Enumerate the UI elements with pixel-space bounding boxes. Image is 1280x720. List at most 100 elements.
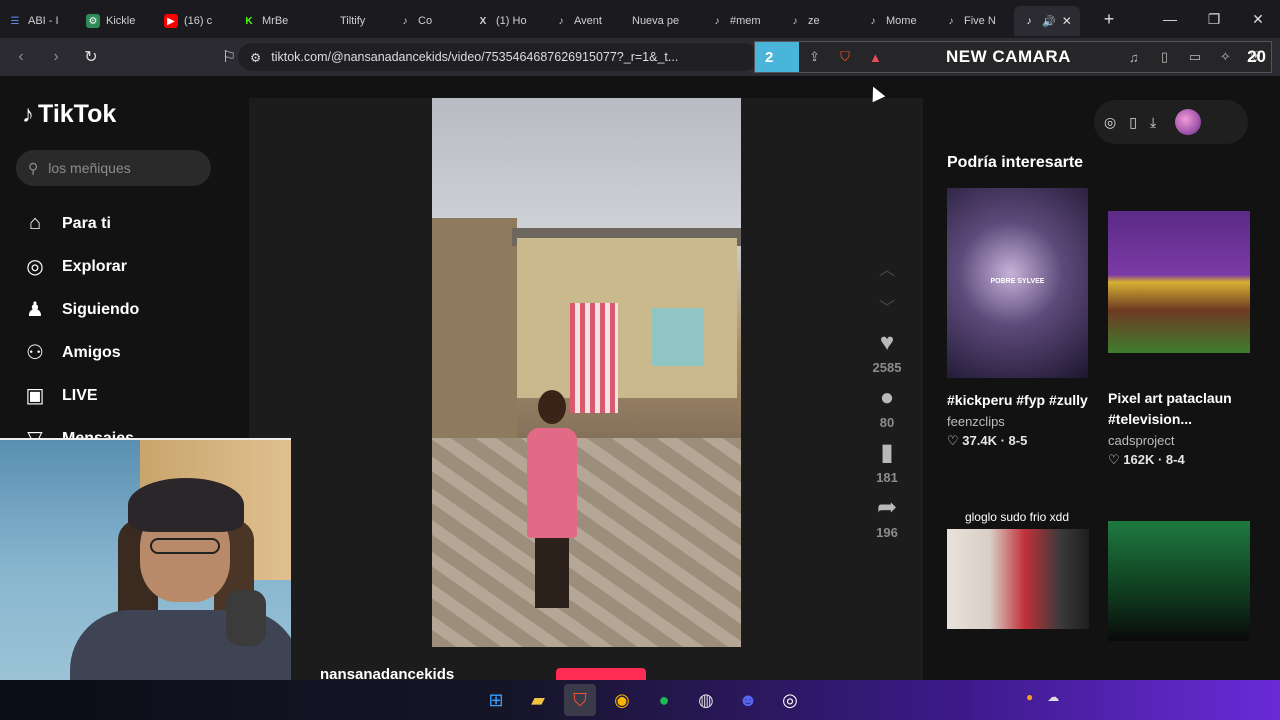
card-user: feenzclips — [947, 414, 1005, 429]
recommendations-title: Podría interesarte — [947, 154, 1084, 171]
card-title: Pixel art pataclaun #television... — [1108, 390, 1232, 427]
site-info-icon[interactable]: ⚙ — [250, 50, 261, 65]
tab-co[interactable]: ♪ Co — [390, 6, 468, 36]
comment-icon: ● — [879, 384, 895, 411]
video-scene-window — [652, 308, 704, 366]
close-window-icon[interactable]: ✕ — [1236, 0, 1280, 38]
sidebar-icon[interactable]: ▯ — [1149, 49, 1179, 65]
video-scene-wall — [432, 218, 517, 438]
new-tab-button[interactable]: + — [1094, 9, 1124, 30]
recommendation-card[interactable] — [1108, 521, 1250, 641]
tray-dot-icon[interactable]: ● — [1026, 690, 1033, 704]
like-count: 2585 — [872, 360, 902, 375]
close-icon[interactable]: ✕ — [1062, 14, 1072, 28]
tiktok-note-icon: ♪ — [22, 100, 34, 128]
comment-button[interactable]: ● 80 — [862, 383, 912, 430]
chevron-down-icon[interactable]: ﹀ — [862, 290, 912, 328]
wallet-icon[interactable]: ▭ — [1180, 49, 1210, 65]
webcam-overlay — [0, 438, 291, 680]
chrome-icon[interactable]: ◉ — [606, 684, 638, 716]
discord-icon[interactable]: ☻ — [732, 684, 764, 716]
tab-avent[interactable]: ♪ Avent — [546, 6, 624, 36]
search-input[interactable]: ⚲ los meñiques — [16, 150, 211, 186]
search-icon: ⚲ — [28, 159, 39, 176]
music-icon[interactable]: ♫ — [1119, 50, 1149, 65]
overlay-number: 20 — [1247, 47, 1266, 66]
sidebar-item-amigos[interactable]: ⚇ Amigos — [22, 331, 139, 374]
address-bar[interactable]: ⚙ tiktok.com/@nansanadancekids/video/753… — [238, 43, 758, 71]
video-player[interactable] — [432, 98, 741, 647]
cloud-icon[interactable]: ☁ — [1047, 690, 1059, 704]
screen: ☰ ABI - I ⚙ Kickle ▶ (16) c K MrBe Tiltify ♪… — [0, 0, 1280, 720]
back-icon[interactable]: ‹ — [7, 43, 35, 71]
share-count: 196 — [876, 525, 898, 540]
tab-kickle[interactable]: ⚙ Kickle — [78, 6, 156, 36]
tiktok-icon: ♪ — [558, 15, 564, 27]
window-controls: — ❐ ✕ — [1148, 0, 1280, 38]
phone-icon[interactable]: ▯ — [1129, 114, 1137, 131]
obs-icon[interactable]: ◎ — [774, 684, 806, 716]
sidebar-item-para-ti[interactable]: ⌂ Para ti — [22, 202, 139, 245]
file-explorer-icon[interactable]: ▰ — [522, 684, 554, 716]
tab-tiltify[interactable]: Tiltify — [312, 6, 390, 36]
tiktok-icon: ♪ — [948, 15, 954, 27]
video-scene-door — [570, 303, 618, 413]
tab-mome[interactable]: ♪ Mome — [858, 6, 936, 36]
tab-kick[interactable]: K MrBe — [234, 6, 312, 36]
share-icon[interactable]: ⇪ — [799, 49, 829, 65]
tab-ze[interactable]: ♪ ze — [780, 6, 858, 36]
tiltify-icon — [320, 14, 334, 28]
tab-five[interactable]: ♪ Five N — [936, 6, 1014, 36]
spotify-icon[interactable]: ● — [648, 684, 680, 716]
compass-icon: ◎ — [26, 256, 44, 278]
save-button[interactable]: ▮ 181 — [862, 438, 912, 485]
minimize-icon[interactable]: — — [1148, 0, 1192, 38]
brave-rewards-icon[interactable]: ▲ — [860, 50, 890, 65]
tab-x[interactable]: X (1) Ho — [468, 6, 546, 36]
like-button[interactable]: ♥ 2585 — [862, 328, 912, 375]
card-stats: ♡ 37.4K · 8-5 — [947, 433, 1028, 448]
tiktok-icon: ♪ — [1026, 15, 1032, 27]
maximize-icon[interactable]: ❐ — [1192, 0, 1236, 38]
recommendation-card[interactable] — [947, 529, 1089, 629]
tab-abi[interactable]: ☰ ABI - I — [0, 6, 78, 36]
recommendation-card[interactable]: POBRE SYLVEE #kickperu #fyp #zully feenz… — [947, 188, 1089, 449]
reload-icon[interactable]: ↻ — [77, 43, 105, 71]
tab-active-tiktok[interactable]: ♪ 🔊 ✕ — [1014, 6, 1080, 36]
taskbar: ⊞ ▰ ⛉ ◉ ● ◍ ☻ ◎ ● ☁ — [0, 680, 1280, 720]
webcam-microphone — [226, 590, 266, 646]
thumbnail — [1108, 211, 1250, 353]
compass-small-icon[interactable]: ◎ — [1104, 114, 1116, 131]
tiktok-logo[interactable]: ♪ TikTok — [22, 100, 116, 129]
thumbnail — [1108, 521, 1250, 641]
app-icon[interactable]: ◍ — [690, 684, 722, 716]
tiktok-icon: ♪ — [792, 15, 798, 27]
top-right-controls: ◎ ▯ ⤓ — [1094, 100, 1248, 144]
avatar[interactable] — [1175, 109, 1202, 135]
extension-count[interactable]: 2 — [755, 42, 800, 72]
action-bar: ︿ ﹀ ♥ 2585 ● 80 ▮ 181 ➦ 196 — [862, 252, 912, 548]
sidebar-item-explorar[interactable]: ◎ Explorar — [22, 245, 139, 288]
sidebar-item-siguiendo[interactable]: ♟ Siguiendo — [22, 288, 139, 331]
home-icon: ⌂ — [28, 212, 42, 234]
kick-icon: K — [245, 15, 253, 27]
ai-icon[interactable]: ✧ — [1210, 49, 1240, 65]
chevron-up-icon[interactable]: ︿ — [862, 252, 912, 290]
forward-icon[interactable]: › — [42, 43, 70, 71]
windows-start-icon[interactable]: ⊞ — [480, 684, 512, 716]
thumbnail: POBRE SYLVEE — [947, 188, 1088, 378]
tab-youtube[interactable]: ▶ (16) c — [156, 6, 234, 36]
recommendation-card[interactable]: Pixel art pataclaun #television... cadsp… — [1108, 211, 1250, 468]
youtube-icon: ▶ — [164, 14, 178, 28]
speaker-icon[interactable]: 🔊 — [1042, 15, 1056, 28]
brave-shield-icon[interactable]: ⛉ — [830, 49, 860, 65]
sidebar-item-live[interactable]: ▣ LIVE — [22, 374, 139, 417]
tab-mem[interactable]: ♪ #mem — [702, 6, 780, 36]
sidebar-nav: ⌂ Para ti ◎ Explorar ♟ Siguiendo ⚇ Amigos ▣ L… — [22, 202, 140, 460]
share-button[interactable]: ➦ 196 — [862, 493, 912, 540]
brave-icon[interactable]: ⛉ — [564, 684, 596, 716]
follow-button[interactable] — [556, 668, 646, 680]
tab-nueva[interactable]: Nueva pe — [624, 6, 702, 36]
tiktok-icon: ♪ — [714, 15, 720, 27]
download-icon[interactable]: ⤓ — [1150, 114, 1156, 131]
